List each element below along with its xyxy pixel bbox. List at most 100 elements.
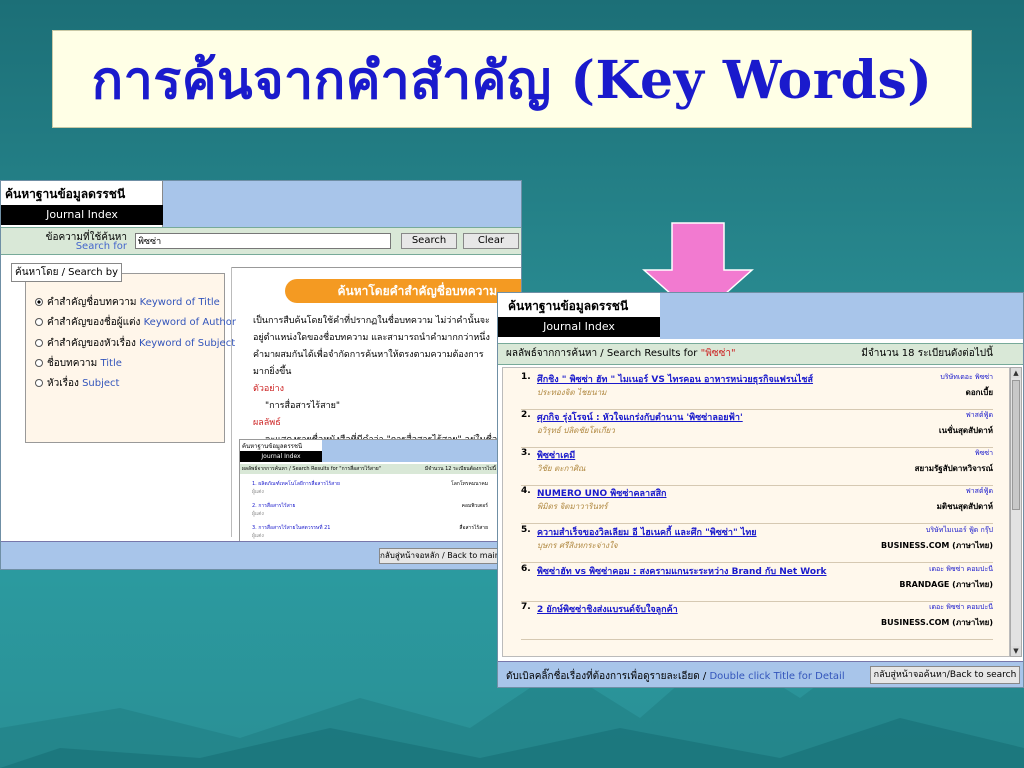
help-paragraph: เป็นการสืบค้นโดยใช้คำที่ปรากฏในชื่อบทควา… xyxy=(253,316,490,377)
result-number: 3. xyxy=(521,448,531,458)
clear-button[interactable]: Clear xyxy=(463,233,519,249)
footer-hint-english: Double click Title for Detail xyxy=(709,671,845,682)
mini-brand-english: Journal Index xyxy=(240,451,322,462)
option-label-english: Keyword of Subject xyxy=(139,338,236,349)
example-label: ตัวอย่าง xyxy=(253,384,285,394)
radio-icon[interactable] xyxy=(35,339,43,347)
example-result-thumbnail: ค้นหาฐานข้อมูลดรรชนีวารสาร Journal Index… xyxy=(239,439,499,543)
search-button[interactable]: Search xyxy=(401,233,457,249)
result-source: BUSINESS.COM (ภาษาไทย) xyxy=(881,618,993,627)
results-label: ผลลัพธ์จากการค้นหา / Search Results for … xyxy=(506,344,736,364)
search-label-english: Search for xyxy=(75,241,127,252)
result-number: 1. xyxy=(521,372,531,382)
option-label-english: Subject xyxy=(82,378,120,389)
radio-icon[interactable] xyxy=(35,318,43,326)
option-label-english: Keyword of Title xyxy=(139,297,220,308)
result-number: 5. xyxy=(521,525,531,535)
mini-brand: ค้นหาฐานข้อมูลดรรชนีวารสาร Journal Index xyxy=(240,440,322,462)
result-source: สยามรัฐสัปดาหวิจารณ์ xyxy=(914,464,993,473)
option-label-thai: คำสำคัญชื่อบทความ xyxy=(47,297,137,308)
mini-results-label: ผลลัพธ์จากการค้นหา / Search Results for … xyxy=(242,466,382,472)
mini-row-number: 1. xyxy=(252,481,257,487)
result-title-link[interactable]: พิซซ่าฮัท vs พิซซ่าคอม : สงครามแกนระระหว… xyxy=(537,564,827,578)
mini-row-title: ผลิตภัณฑ์เทคโนโลยีการสื่อสารไร้สาย xyxy=(258,481,340,487)
result-number: 2. xyxy=(521,410,531,420)
back-to-main-button[interactable]: กลับสู่หน้าจอหลัก / Back to main menu xyxy=(379,548,509,564)
results-list: 1. ศึกชิง " พิซซ่า ฮัท " ไมเนอร์ VS ไทรคอ… xyxy=(502,367,1010,657)
mini-row-sub: ผู้แต่ง xyxy=(252,511,264,517)
result-source: BUSINESS.COM (ภาษาไทย) xyxy=(881,541,993,550)
mini-row-title: การสื่อสารไร้สาย xyxy=(258,503,296,509)
results-brand-block: ค้นหาฐานข้อมูลดรรชนีวารสาร Journal Index xyxy=(498,293,660,339)
brand-title-english: Journal Index xyxy=(1,205,163,225)
option-label-english: Keyword of Author xyxy=(143,317,236,328)
footer-bar: กลับสู่หน้าจอหลัก / Back to main menu xyxy=(1,541,521,569)
divider xyxy=(231,267,521,268)
result-number: 4. xyxy=(521,486,531,496)
search-by-option[interactable]: หัวเรื่อง Subject xyxy=(35,376,119,391)
result-title-link[interactable]: ศึกชิง " พิซซ่า ฮัท " ไมเนอร์ VS ไทรคอน … xyxy=(537,372,813,386)
result-item[interactable]: 6. พิซซ่าฮัท vs พิซซ่าคอม : สงครามแกนระระ… xyxy=(521,564,993,602)
results-brand-english: Journal Index xyxy=(498,317,660,337)
search-results-screenshot: ค้นหาฐานข้อมูลดรรชนีวารสาร Journal Index… xyxy=(497,292,1024,688)
search-bar: ข้อความที่ใช้ค้นหา Search for Search Cle… xyxy=(1,227,521,255)
scroll-thumb[interactable] xyxy=(1012,380,1020,510)
result-item[interactable]: 2. ศุภกิจ รุ่งโรจน์ : หัวใจแกร่งกับตำนาน … xyxy=(521,410,993,448)
scroll-down-icon[interactable]: ▼ xyxy=(1011,646,1021,656)
mini-row-source: โลกโทรคมนาคม xyxy=(451,481,488,487)
radio-icon[interactable] xyxy=(35,298,43,306)
search-by-option[interactable]: ชื่อบทความ Title xyxy=(35,356,122,371)
mini-row-title: การสื่อสารไร้สายในศตวรรษที่ 21 xyxy=(258,525,331,531)
result-item[interactable]: 5. ความสำเร็จของวิลเลียม อี ไฮเนคกี้ และศ… xyxy=(521,525,993,563)
radio-icon[interactable] xyxy=(35,379,43,387)
back-to-search-button[interactable]: กลับสู่หน้าจอค้นหา/Back to search page xyxy=(870,666,1020,687)
result-source: มติชนสุดสัปดาห์ xyxy=(936,502,993,511)
mini-results-count: มีจำนวน 12 ระเบียนต้องการไปนี้ xyxy=(424,466,496,472)
search-by-label: ค้นหาโดย / Search by xyxy=(11,263,122,282)
footer-hint: ดับเบิลคลิ๊กชื่อเรื่องที่ต้องการเพื่อดูร… xyxy=(506,669,845,684)
search-input[interactable] xyxy=(135,233,391,249)
result-author: ประทองจิต ไชยนาม xyxy=(537,388,607,397)
search-by-option[interactable]: คำสำคัญชื่อบทความ Keyword of Title xyxy=(35,295,220,310)
result-title-link[interactable]: NUMERO UNO พิซซ่าคลาสสิก xyxy=(537,486,667,500)
result-item[interactable]: 3. พิซซ่าเคมี วิชัย ตะกาศิณ พิซซ่า สยามรัฐสั… xyxy=(521,448,993,486)
results-summary-bar: ผลลัพธ์จากการค้นหา / Search Results for … xyxy=(498,343,1023,365)
help-banner: ค้นหาโดยคำสำคัญชื่อบทความ xyxy=(285,279,521,303)
result-item[interactable]: 1. ศึกชิง " พิซซ่า ฮัท " ไมเนอร์ VS ไทรคอ… xyxy=(521,372,993,410)
mini-row-source: คอมพิวเตอร์ xyxy=(461,503,488,509)
result-category: เดอะ พิซซ่า คอมปะนี xyxy=(929,565,993,573)
results-footer-bar: ดับเบิลคลิ๊กชื่อเรื่องที่ต้องการเพื่อดูร… xyxy=(498,661,1023,687)
option-label-thai: คำสำคัญของชื่อผู้แต่ง xyxy=(47,317,141,328)
brand-block: ค้นหาฐานข้อมูลดรรชนีวารสาร Journal Index xyxy=(1,181,163,227)
search-by-option[interactable]: คำสำคัญของชื่อผู้แต่ง Keyword of Author xyxy=(35,315,236,330)
mini-row-sub: ผู้แต่ง xyxy=(252,489,264,495)
result-author: บุษกร ศรีสิงหกระจ่างใจ xyxy=(537,541,618,550)
result-title-link[interactable]: ความสำเร็จของวิลเลียม อี ไฮเนคกี้ และศึก… xyxy=(537,525,757,539)
result-title-link[interactable]: 2 ยักษ์พิซซ่าชิงส่งแบรนด์จับใจลูกค้า xyxy=(537,602,678,616)
result-item[interactable]: 7. 2 ยักษ์พิซซ่าชิงส่งแบรนด์จับใจลูกค้า เด… xyxy=(521,602,993,640)
option-label-thai: คำสำคัญของหัวเรื่อง xyxy=(47,338,136,349)
results-scrollbar[interactable]: ▲ ▼ xyxy=(1010,367,1022,657)
mini-row-sub: ผู้แต่ง xyxy=(252,533,264,539)
result-source: ดอกเบี้ย xyxy=(965,388,993,397)
option-label-thai: ชื่อบทความ xyxy=(47,358,98,369)
result-category: บริษัทเดอะ พิซซ่า xyxy=(940,373,993,381)
mini-row-number: 2. xyxy=(252,503,257,509)
scroll-up-icon[interactable]: ▲ xyxy=(1011,368,1021,378)
footer-hint-thai: ดับเบิลคลิ๊กชื่อเรื่องที่ต้องการเพื่อดูร… xyxy=(506,671,707,682)
option-label-thai: หัวเรื่อง xyxy=(47,378,79,389)
result-number: 6. xyxy=(521,564,531,574)
radio-icon[interactable] xyxy=(35,359,43,367)
search-form-screenshot: ค้นหาฐานข้อมูลดรรชนีวารสาร Journal Index… xyxy=(0,180,522,570)
result-item[interactable]: 4. NUMERO UNO พิซซ่าคลาสสิก พิมิตร จิตมาวา… xyxy=(521,486,993,524)
result-source: BRANDAGE (ภาษาไทย) xyxy=(899,580,993,589)
result-category: ฟาสต์ฟู้ด xyxy=(965,411,993,419)
results-count: มีจำนวน 18 ระเบียนดังต่อไปนี้ xyxy=(861,348,993,359)
search-by-option[interactable]: คำสำคัญของหัวเรื่อง Keyword of Subject xyxy=(35,336,235,351)
example-value: "การสื่อสารไร้สาย" xyxy=(265,401,341,411)
slide-title: การค้นจากคำสำคัญ (Key Words) xyxy=(91,49,933,111)
result-title-link[interactable]: ศุภกิจ รุ่งโรจน์ : หัวใจแกร่งกับตำนาน 'พ… xyxy=(537,410,743,424)
result-category: พิซซ่า xyxy=(974,449,993,457)
result-title-link[interactable]: พิซซ่าเคมี xyxy=(537,448,575,462)
result-author: อวิรุทธ์ ปลิดชัยโตเกียว xyxy=(537,426,615,435)
